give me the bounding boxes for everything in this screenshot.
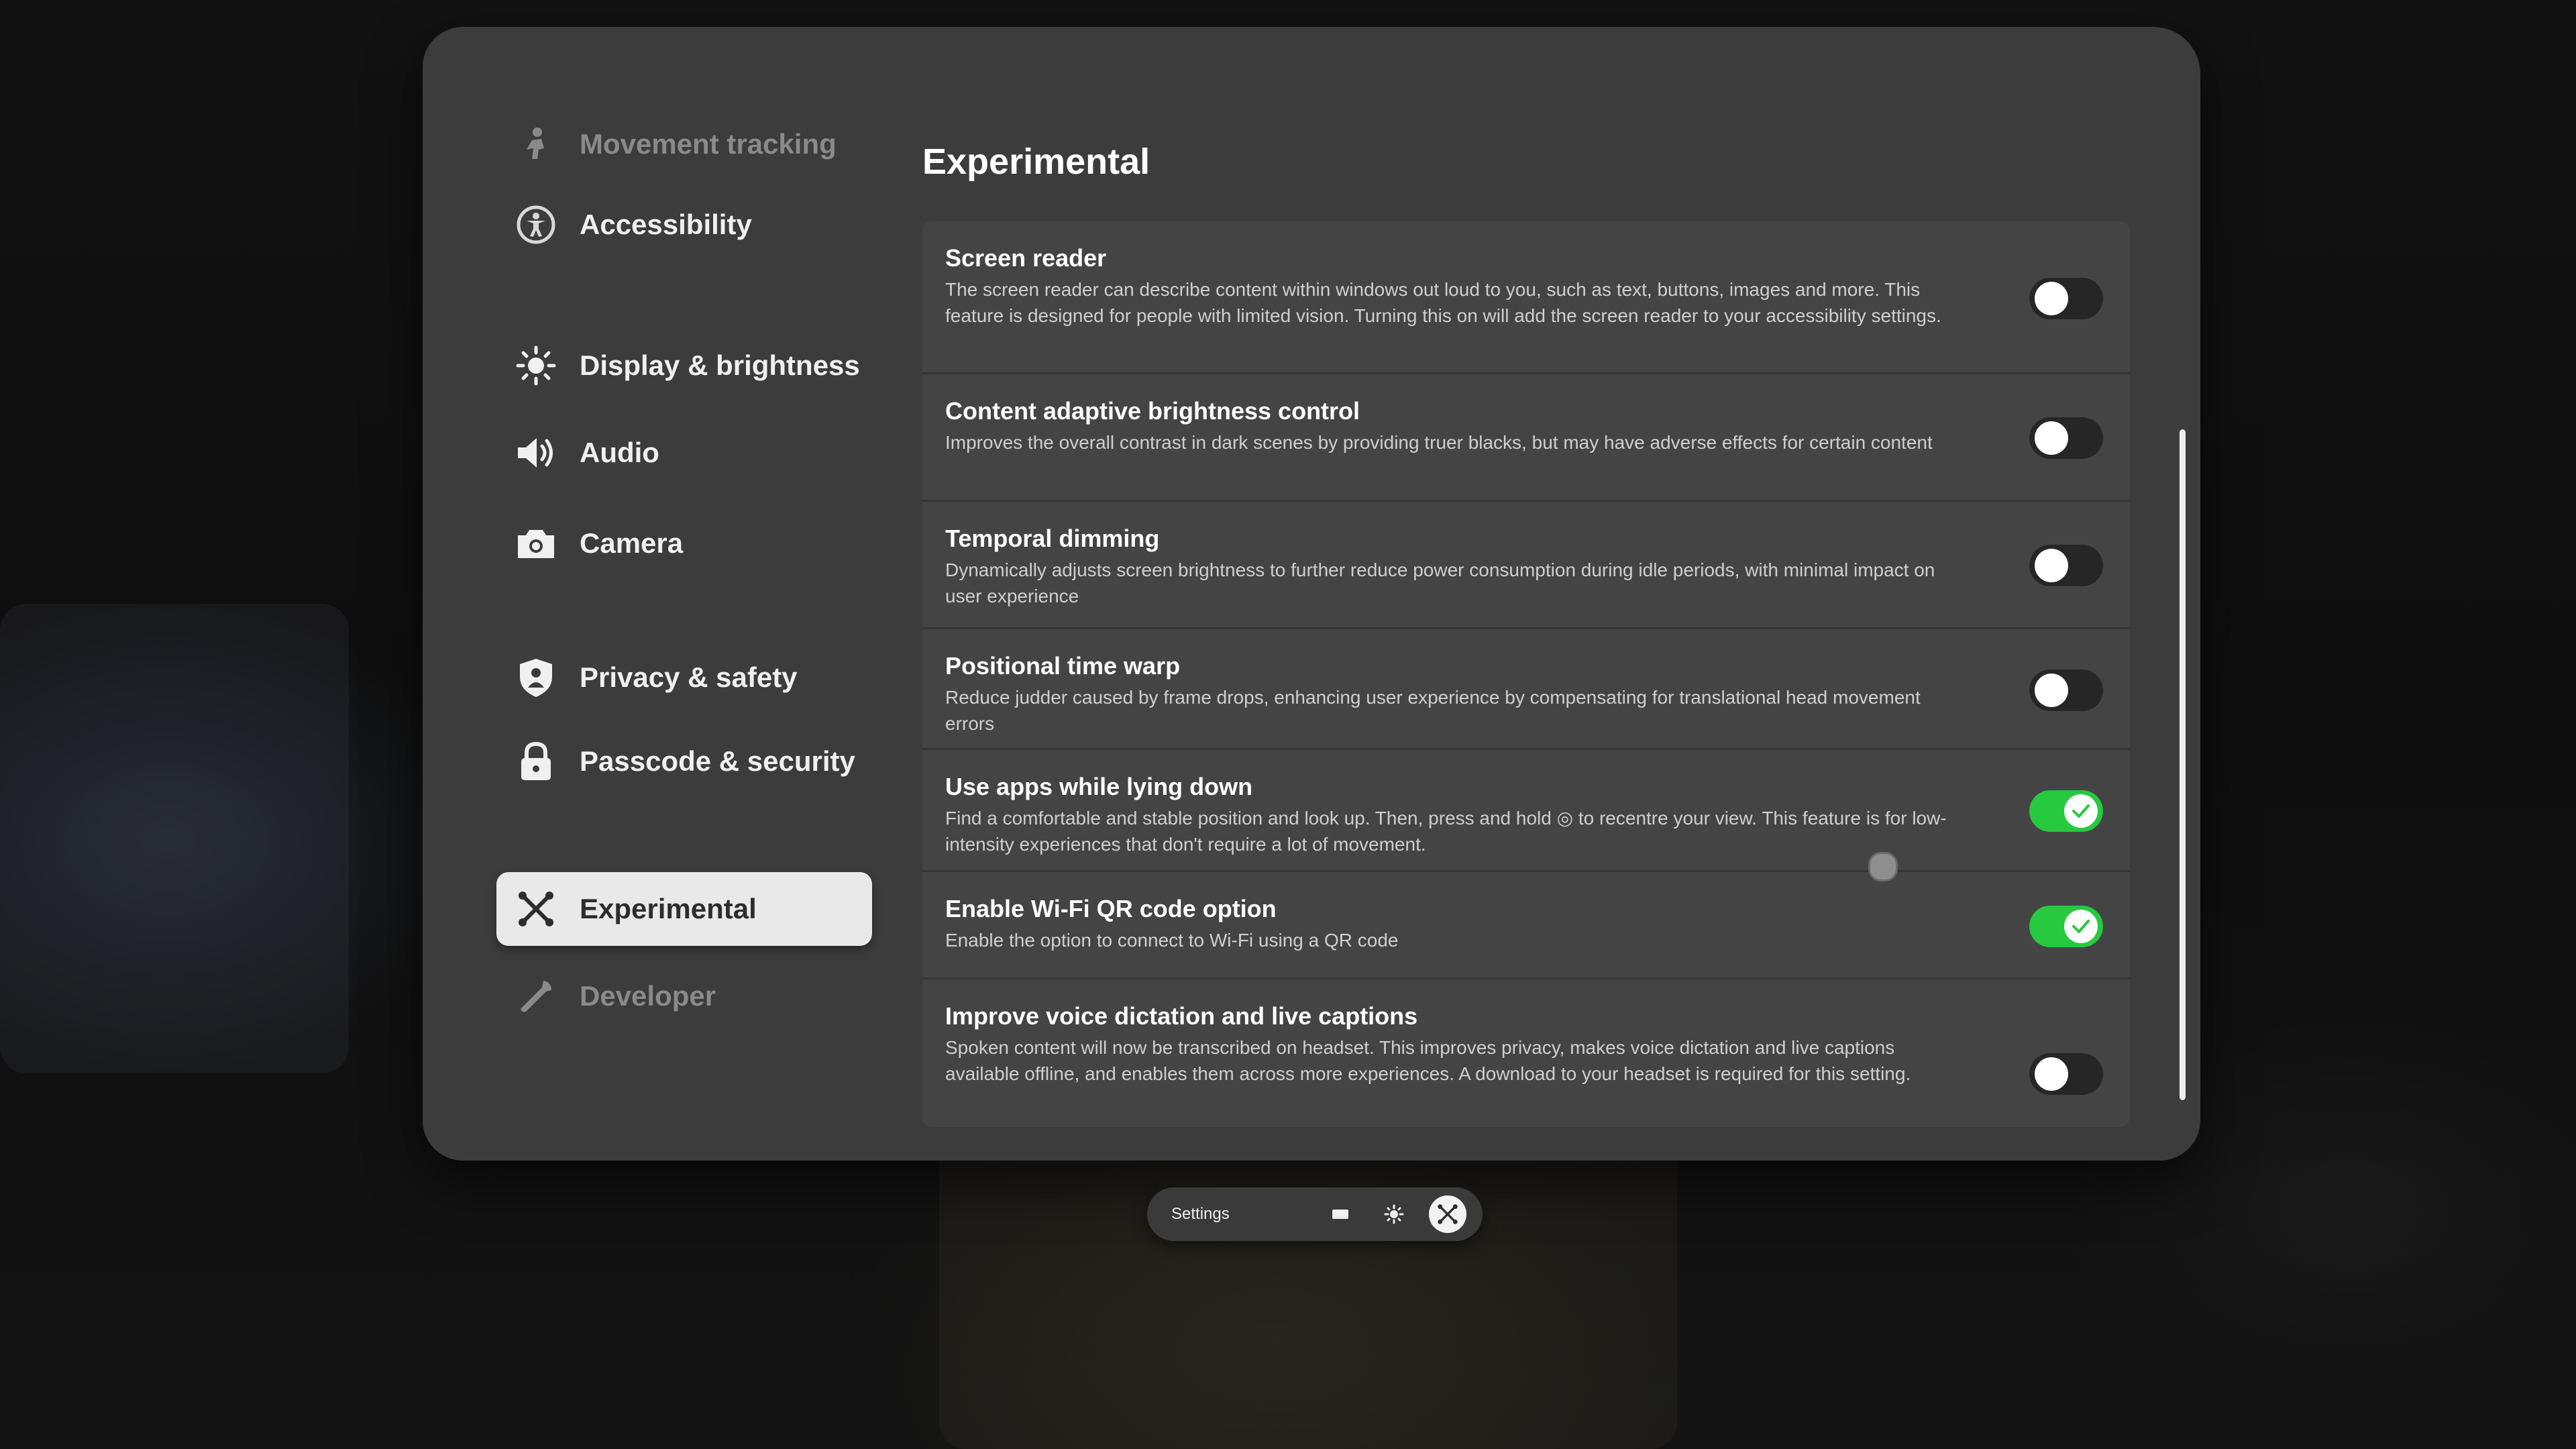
- setting-row-use-apps-lying-down: Use apps while lying down Find a comfort…: [922, 750, 2130, 872]
- setting-title: Content adaptive brightness control: [945, 397, 1360, 425]
- sidebar-item-label: Accessibility: [580, 209, 752, 240]
- content-adaptive-brightness-toggle[interactable]: [2029, 417, 2103, 459]
- window-button[interactable]: [1322, 1195, 1359, 1233]
- sidebar-item-label: Camera: [580, 527, 684, 559]
- setting-description: Find a comfortable and stable position a…: [945, 808, 1947, 855]
- sidebar-item-display-brightness[interactable]: Display & brightness: [496, 329, 872, 402]
- person-walking-icon: [513, 121, 559, 168]
- sidebar-item-developer[interactable]: Developer: [496, 959, 872, 1033]
- window-icon: [1332, 1210, 1348, 1219]
- experimental-icon: [513, 885, 559, 932]
- setting-title: Positional time warp: [945, 652, 1181, 680]
- taskbar-app-label: Settings: [1171, 1205, 1230, 1223]
- pointer-cursor: [1868, 852, 1898, 881]
- setting-row-screen-reader: Screen reader The screen reader can desc…: [922, 221, 2130, 374]
- toggle-knob: [2035, 674, 2068, 707]
- sidebar-item-accessibility[interactable]: Accessibility: [496, 188, 872, 262]
- setting-title: Temporal dimming: [945, 525, 1160, 552]
- toggle-knob: [2064, 910, 2098, 943]
- wrench-icon: [513, 973, 559, 1020]
- toggle-knob: [2035, 282, 2068, 315]
- setting-description: Reduce judder caused by frame drops, enh…: [945, 687, 1921, 734]
- experimental-button[interactable]: [1429, 1195, 1466, 1233]
- experimental-icon: [1438, 1204, 1458, 1224]
- setting-row-voice-dictation: Improve voice dictation and live caption…: [922, 979, 2130, 1127]
- setting-row-wifi-qr-code: Enable Wi-Fi QR code option Enable the o…: [922, 872, 2130, 979]
- checkmark-icon: [2072, 804, 2090, 818]
- use-apps-lying-down-toggle[interactable]: [2029, 790, 2103, 832]
- sidebar-item-camera[interactable]: Camera: [496, 506, 872, 580]
- setting-description: Spoken content will now be transcribed o…: [945, 1037, 1911, 1084]
- setting-row-temporal-dimming: Temporal dimming Dynamically adjusts scr…: [922, 502, 2130, 629]
- shield-person-icon: [513, 654, 559, 701]
- toggle-knob: [2035, 549, 2068, 582]
- setting-title: Improve voice dictation and live caption…: [945, 1002, 1418, 1030]
- settings-panel: Movement tracking Accessibility Display …: [423, 27, 2200, 1161]
- setting-row-positional-time-warp: Positional time warp Reduce judder cause…: [922, 629, 2130, 750]
- sidebar-item-privacy-safety[interactable]: Privacy & safety: [496, 641, 872, 714]
- setting-description: Enable the option to connect to Wi-Fi us…: [945, 930, 1399, 951]
- sidebar-item-label: Experimental: [580, 893, 757, 924]
- setting-description: The screen reader can describe content w…: [945, 279, 1941, 326]
- background-object: [0, 604, 349, 1073]
- toggle-knob: [2035, 421, 2068, 455]
- setting-title: Enable Wi-Fi QR code option: [945, 895, 1277, 922]
- sidebar-item-label: Passcode & security: [580, 745, 855, 777]
- voice-dictation-toggle[interactable]: [2029, 1053, 2103, 1095]
- sidebar-item-experimental[interactable]: Experimental: [496, 872, 872, 946]
- lock-icon: [513, 738, 559, 785]
- toggle-knob: [2035, 1057, 2068, 1091]
- sidebar-item-passcode-security[interactable]: Passcode & security: [496, 724, 872, 798]
- positional-time-warp-toggle[interactable]: [2029, 669, 2103, 711]
- page-title: Experimental: [922, 142, 1150, 182]
- accessibility-icon: [513, 201, 559, 248]
- setting-description: Dynamically adjusts screen brightness to…: [945, 559, 1935, 606]
- screen-reader-toggle[interactable]: [2029, 278, 2103, 319]
- speaker-icon: [513, 429, 559, 476]
- brightness-button[interactable]: [1375, 1195, 1413, 1233]
- sidebar-item-label: Display & brightness: [580, 350, 860, 381]
- sidebar-item-label: Privacy & safety: [580, 661, 798, 693]
- brightness-icon: [1384, 1204, 1404, 1224]
- sidebar-item-label: Movement tracking: [580, 128, 837, 160]
- checkmark-icon: [2072, 920, 2090, 933]
- sidebar-item-label: Audio: [580, 437, 659, 468]
- setting-description: Improves the overall contrast in dark sc…: [945, 432, 1933, 453]
- scrollbar[interactable]: [2180, 429, 2186, 1100]
- temporal-dimming-toggle[interactable]: [2029, 545, 2103, 586]
- toggle-knob: [2064, 794, 2098, 828]
- setting-title: Screen reader: [945, 244, 1107, 272]
- sun-icon: [513, 342, 559, 389]
- setting-row-content-adaptive-brightness: Content adaptive brightness control Impr…: [922, 374, 2130, 502]
- sidebar-item-audio[interactable]: Audio: [496, 416, 872, 490]
- app-taskbar: Settings: [1147, 1187, 1483, 1241]
- background-object: [939, 1140, 1677, 1449]
- sidebar: Movement tracking Accessibility Display …: [496, 107, 899, 1100]
- sidebar-item-label: Developer: [580, 980, 716, 1012]
- wifi-qr-code-toggle[interactable]: [2029, 906, 2103, 947]
- setting-title: Use apps while lying down: [945, 773, 1253, 800]
- camera-icon: [513, 520, 559, 567]
- settings-content: Experimental Screen reader The screen re…: [922, 141, 2130, 1127]
- sidebar-item-movement-tracking[interactable]: Movement tracking: [496, 107, 872, 181]
